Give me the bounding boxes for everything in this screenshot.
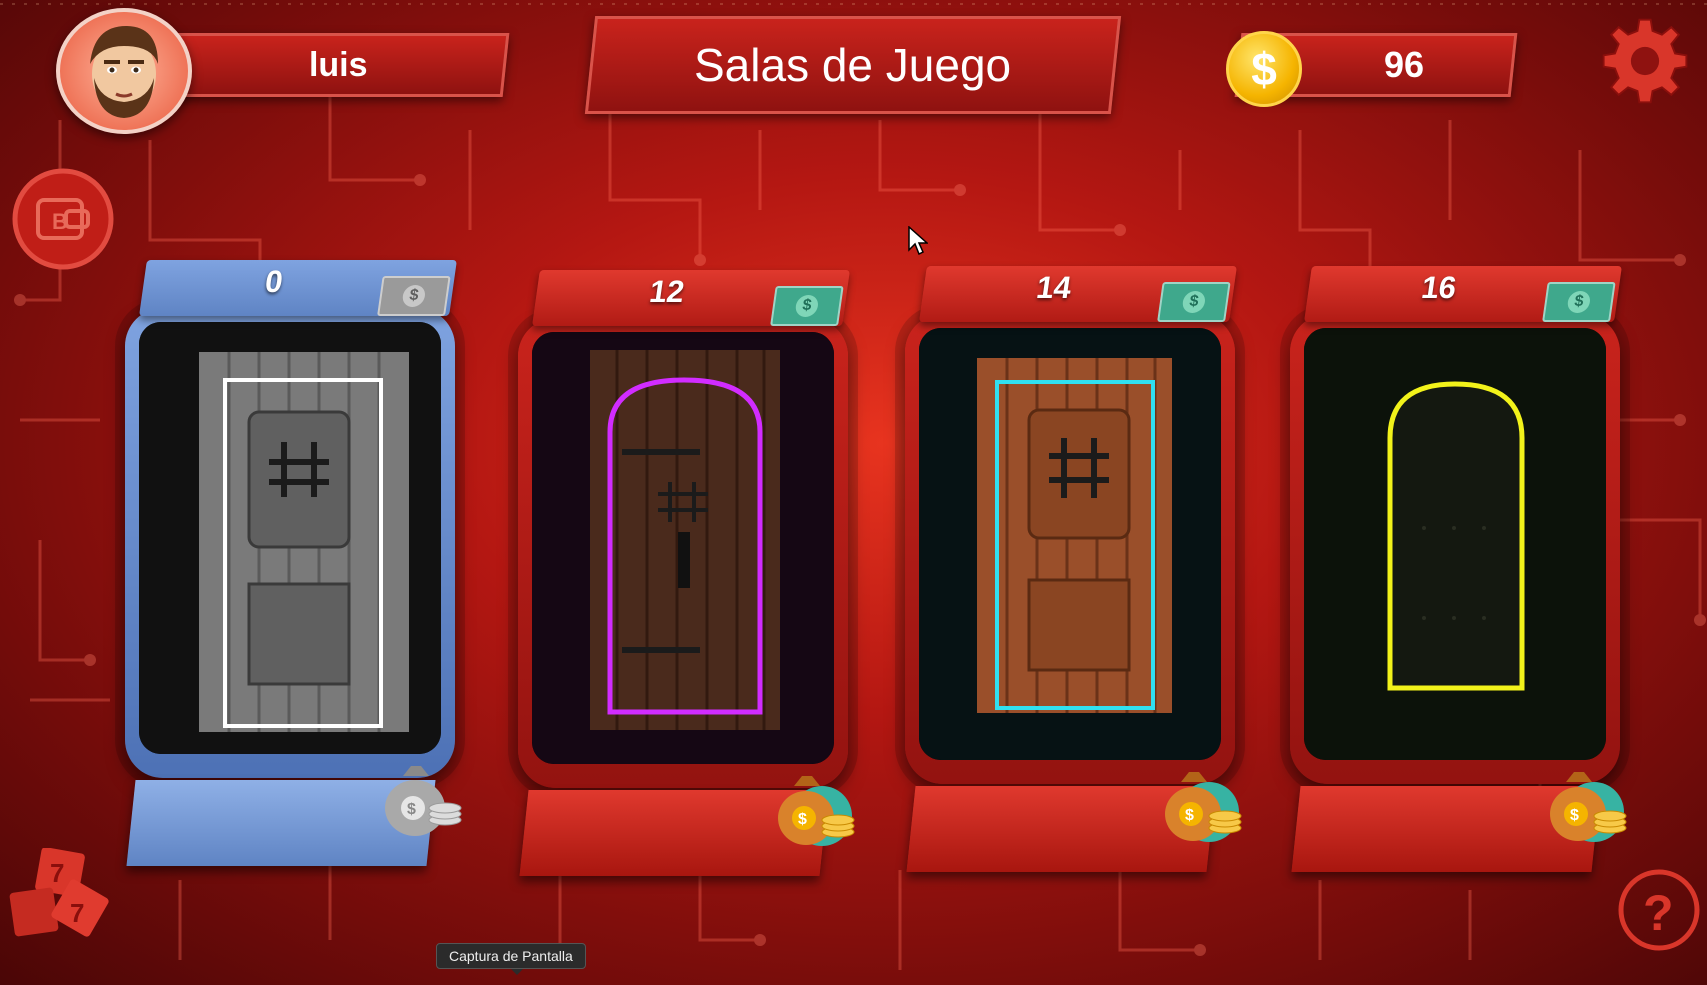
room-card-14[interactable]: 14 $ $ xyxy=(905,266,1242,876)
room-entry-count: 0 xyxy=(262,264,285,299)
dice-icon[interactable]: 7 7 xyxy=(8,848,112,940)
door-view xyxy=(532,332,834,764)
room-header: 0 $ xyxy=(139,260,457,316)
svg-text:$: $ xyxy=(1185,807,1194,824)
door-icon xyxy=(919,328,1221,760)
svg-text:$: $ xyxy=(1570,807,1579,824)
room-entry-count: 14 xyxy=(1034,270,1074,305)
mouse-cursor-icon xyxy=(908,226,928,256)
coin-balance: 96 xyxy=(1383,44,1425,85)
room-frame xyxy=(125,308,455,778)
bearded-man-avatar xyxy=(90,26,158,118)
room-header: 12 $ xyxy=(532,270,850,326)
gear-icon[interactable] xyxy=(1598,14,1692,108)
username: luis xyxy=(308,45,368,84)
bitcoin-wallet-icon[interactable]: B xyxy=(10,166,116,272)
room-frame xyxy=(1290,314,1620,784)
door-view xyxy=(1304,328,1606,760)
dollar-bill-icon: $ xyxy=(1542,282,1616,322)
room-card-12[interactable]: 12 $ $ xyxy=(518,270,855,880)
svg-text:$: $ xyxy=(407,801,416,818)
dollar-coin-icon: $ xyxy=(1226,31,1302,107)
username-plate: luis xyxy=(166,33,510,97)
room-frame xyxy=(518,318,848,788)
room-card-16[interactable]: 16 $ $ xyxy=(1290,266,1627,876)
room-frame xyxy=(905,314,1235,784)
avatar[interactable] xyxy=(56,8,192,134)
room-entry-count: 16 xyxy=(1419,270,1459,305)
room-card-0[interactable]: 0 $ $ xyxy=(125,260,462,870)
dollar-bill-icon: $ xyxy=(1157,282,1231,322)
dollar-bill-icon: $ xyxy=(377,276,451,316)
screenshot-tooltip: Captura de Pantalla xyxy=(436,943,586,975)
svg-text:?: ? xyxy=(1643,885,1674,941)
page-title: Salas de Juego xyxy=(694,39,1012,91)
door-icon xyxy=(139,322,441,754)
room-entry-count: 12 xyxy=(647,274,687,309)
money-bag-icon: $ xyxy=(1550,772,1627,842)
question-icon[interactable]: ? xyxy=(1617,868,1701,952)
money-bag-icon: $ xyxy=(778,776,855,846)
door-icon xyxy=(532,332,834,764)
svg-text:7: 7 xyxy=(70,898,84,928)
svg-text:B: B xyxy=(52,209,68,234)
door-view xyxy=(139,322,441,754)
svg-text:7: 7 xyxy=(50,858,64,888)
dollar-bill-icon: $ xyxy=(770,286,844,326)
money-bag-icon: $ xyxy=(385,766,462,836)
money-bag-icon: $ xyxy=(1165,772,1242,842)
title-plate: Salas de Juego xyxy=(584,16,1122,114)
door-view xyxy=(919,328,1221,760)
svg-text:$: $ xyxy=(798,811,807,828)
room-header: 14 $ xyxy=(919,266,1237,322)
door-icon xyxy=(1304,328,1606,760)
room-header: 16 $ xyxy=(1304,266,1622,322)
